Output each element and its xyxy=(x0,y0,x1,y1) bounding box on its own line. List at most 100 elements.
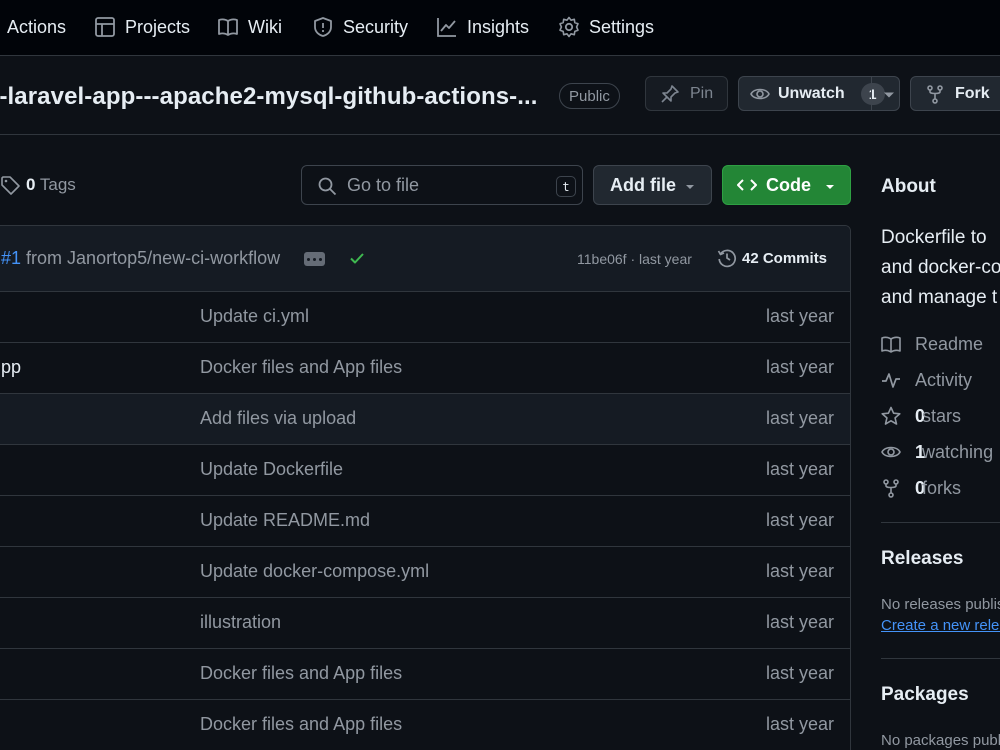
graph-icon xyxy=(436,16,458,38)
repo-title[interactable]: r-laravel-app---apache2-mysql-github-act… xyxy=(0,83,538,111)
file-commit-message[interactable]: Docker files and App files xyxy=(200,357,402,378)
go-to-file-search[interactable]: t xyxy=(301,165,583,205)
tag-icon xyxy=(0,175,20,195)
button-divider xyxy=(871,77,872,110)
latest-commit-bar: t #1 from Janortop5/new-ci-workflow 11be… xyxy=(0,226,850,292)
commits-count-label: 42 Commits xyxy=(742,249,828,267)
commit-message[interactable]: t #1 from Janortop5/new-ci-workflow xyxy=(0,248,280,269)
star-icon xyxy=(881,406,901,426)
table-icon xyxy=(94,16,116,38)
expand-commit-button[interactable] xyxy=(304,252,325,266)
create-release-link[interactable]: Create a new relea xyxy=(881,617,1000,634)
file-commit-message[interactable]: Docker files and App files xyxy=(200,714,402,735)
file-commit-message[interactable]: Docker files and App files xyxy=(200,663,402,684)
forks-link[interactable]: 0 forks xyxy=(881,476,961,500)
file-commit-date: last year xyxy=(766,408,835,428)
about-description-line: and docker-co xyxy=(881,257,1000,278)
stars-label: stars xyxy=(922,405,962,426)
about-description: Dockerfile to and docker-co and manage t xyxy=(881,223,1000,313)
nav-tab-insights-label: Insights xyxy=(467,16,530,37)
nav-tab-insights[interactable]: Insights xyxy=(436,0,529,54)
sidebar-divider xyxy=(881,658,1000,659)
tags-count: 0 xyxy=(26,175,36,194)
book-icon xyxy=(217,16,239,38)
packages-heading[interactable]: Packages xyxy=(881,684,969,706)
activity-label: Activity xyxy=(915,369,973,390)
about-description-line: Dockerfile to xyxy=(881,227,987,248)
visibility-badge: Public xyxy=(559,83,620,109)
nav-tab-settings-label: Settings xyxy=(589,16,655,37)
file-commit-message[interactable]: Update docker-compose.yml xyxy=(200,561,429,582)
repo-nav-bar: Actions Projects Wiki Security Insights … xyxy=(0,0,1000,56)
watching-label: watching xyxy=(922,441,994,462)
releases-heading[interactable]: Releases xyxy=(881,548,963,570)
file-row[interactable]: Docker files and App files last year xyxy=(0,649,850,700)
file-row[interactable]: Update README.md last year xyxy=(0,496,850,547)
keyboard-shortcut-hint: t xyxy=(556,176,576,197)
tags-link[interactable]: 0 Tags xyxy=(0,175,76,195)
file-commit-date: last year xyxy=(766,306,835,326)
pin-button[interactable]: Pin xyxy=(645,76,728,111)
nav-tab-security-label: Security xyxy=(343,16,409,37)
readme-label: Readme xyxy=(915,333,984,354)
commit-hash-date[interactable]: 11be06f · last year xyxy=(577,251,692,267)
watching-link[interactable]: 1 watching xyxy=(881,440,993,464)
activity-link[interactable]: Activity xyxy=(881,368,972,392)
code-label: Code xyxy=(766,174,811,195)
nav-tab-projects[interactable]: Projects xyxy=(94,0,190,54)
nav-tab-actions[interactable]: Actions xyxy=(7,0,66,54)
history-icon xyxy=(717,248,737,268)
fork-button[interactable]: Fork xyxy=(910,76,1000,111)
readme-link[interactable]: Readme xyxy=(881,332,983,356)
file-row[interactable]: Update docker-compose.yml last year xyxy=(0,547,850,598)
nav-tab-actions-label: Actions xyxy=(7,16,67,37)
file-row[interactable]: illustration last year xyxy=(0,598,850,649)
search-input[interactable] xyxy=(347,174,547,196)
file-commit-date: last year xyxy=(766,459,835,479)
releases-empty-text: No releases publis xyxy=(881,596,1000,613)
eye-icon xyxy=(750,84,770,104)
file-list: t #1 from Janortop5/new-ci-workflow 11be… xyxy=(0,225,851,750)
chevron-down-icon xyxy=(824,179,836,195)
fork-label: Fork xyxy=(955,84,990,102)
tags-label: Tags xyxy=(39,175,76,194)
nav-tab-wiki[interactable]: Wiki xyxy=(217,0,282,54)
pin-icon xyxy=(660,84,680,104)
commits-history-link[interactable]: 42 Commits xyxy=(717,248,827,268)
add-file-label: Add file xyxy=(610,174,676,195)
file-row[interactable]: Docker files and App files last year xyxy=(0,700,850,750)
chevron-down-icon xyxy=(684,179,696,195)
file-commit-date: last year xyxy=(766,561,835,581)
about-description-line: and manage t xyxy=(881,287,998,308)
file-name[interactable]: pp xyxy=(1,357,21,378)
file-commit-date: last year xyxy=(766,510,835,530)
chevron-down-icon[interactable] xyxy=(879,85,899,105)
nav-tab-settings[interactable]: Settings xyxy=(558,0,654,54)
about-heading: About xyxy=(881,176,936,197)
shield-icon xyxy=(312,16,334,38)
file-commit-message[interactable]: Add files via upload xyxy=(200,408,356,429)
file-row[interactable]: Add files via upload last year xyxy=(0,394,850,445)
file-commit-message[interactable]: Update README.md xyxy=(200,510,370,531)
unwatch-button[interactable]: Unwatch 1 xyxy=(738,76,900,111)
file-commit-date: last year xyxy=(766,714,835,734)
check-icon[interactable] xyxy=(349,250,365,266)
nav-tab-wiki-label: Wiki xyxy=(248,16,282,37)
pr-link[interactable]: #1 xyxy=(1,248,21,268)
file-commit-message[interactable]: illustration xyxy=(200,612,281,633)
nav-tab-security[interactable]: Security xyxy=(312,0,408,54)
file-row[interactable]: Update Dockerfile last year xyxy=(0,445,850,496)
file-commit-message[interactable]: Update Dockerfile xyxy=(200,459,343,480)
file-row[interactable]: Update ci.yml last year xyxy=(0,292,850,343)
file-commit-message[interactable]: Update ci.yml xyxy=(200,306,309,327)
file-row[interactable]: pp Docker files and App files last year xyxy=(0,343,850,394)
gear-icon xyxy=(558,16,580,38)
nav-tab-projects-label: Projects xyxy=(125,16,191,37)
fork-icon xyxy=(925,84,945,104)
code-button[interactable]: Code xyxy=(722,165,851,205)
stars-link[interactable]: 0 stars xyxy=(881,404,961,428)
add-file-button[interactable]: Add file xyxy=(593,165,712,205)
packages-empty-text: No packages publ xyxy=(881,732,1000,749)
file-commit-date: last year xyxy=(766,612,835,632)
file-commit-date: last year xyxy=(766,663,835,683)
